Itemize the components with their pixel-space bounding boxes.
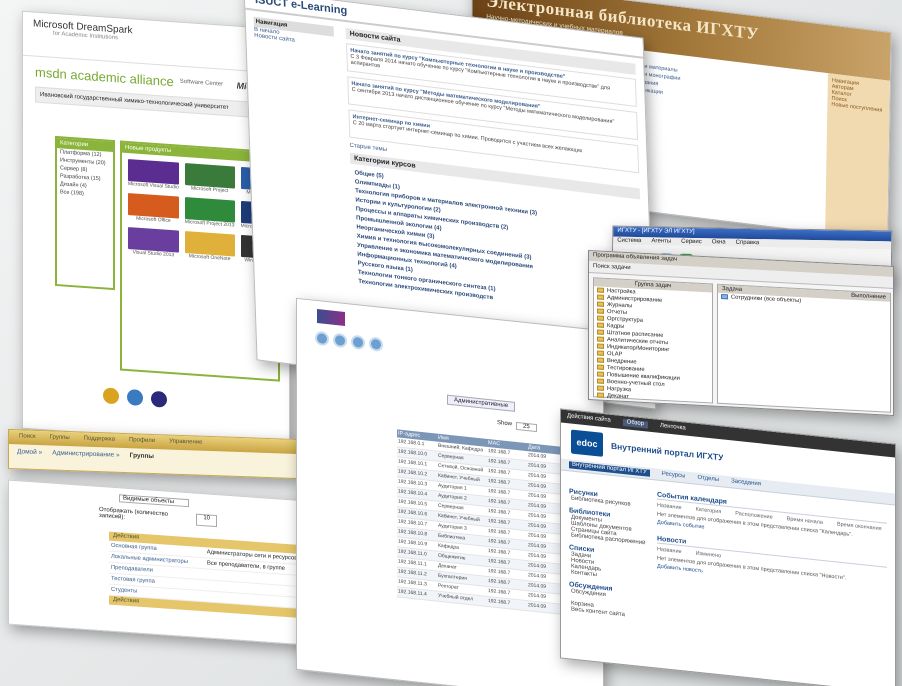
security-badge-icon xyxy=(127,388,143,407)
folder-icon xyxy=(604,406,611,413)
product-tile[interactable]: Microsoft Project 2013 xyxy=(184,197,235,228)
nav-departments[interactable]: Отделы xyxy=(697,475,719,484)
folder-icon xyxy=(597,322,604,328)
nav-resources[interactable]: Ресурсы xyxy=(662,471,686,480)
msdn-logo: msdn academic alliance xyxy=(35,64,174,89)
elearning-nav: Навигация В начало Новости сайта xyxy=(253,16,335,49)
sharepoint-window: Действия сайта Обзор Ленточка edoc Внутр… xyxy=(560,408,896,686)
tab-ribbon[interactable]: Ленточка xyxy=(660,423,686,433)
tree-node-label: Деканат xyxy=(607,392,629,400)
product-tile[interactable]: Microsoft Office xyxy=(128,193,179,225)
norton-badge-icon xyxy=(103,387,119,405)
folder-icon xyxy=(597,336,604,342)
home-icon[interactable] xyxy=(315,330,329,347)
show-label: Show xyxy=(497,419,513,428)
folder-icon xyxy=(597,357,604,363)
tree-node-label: Нагрузка xyxy=(607,385,632,393)
groups-table: Действия Основная группа Администраторы с… xyxy=(109,531,299,618)
col-header[interactable]: Задача xyxy=(722,286,742,293)
folder-icon xyxy=(597,315,604,321)
tree-node-label: OLAP xyxy=(607,350,623,358)
admin-tab[interactable]: Профили xyxy=(129,437,155,446)
network-table-window: Административные Show 25 IP-адрес Имя MA… xyxy=(296,297,604,686)
breadcrumb-current: Группы xyxy=(129,452,154,461)
menu-item[interactable]: Сервис xyxy=(681,239,702,245)
page-size-select[interactable]: 10 xyxy=(196,513,217,528)
sp-content: События календаря Название Категория Рас… xyxy=(657,491,887,604)
product-tile[interactable]: Microsoft Project xyxy=(184,163,235,194)
groups-list-window: Видимые объекты Отображать (количество з… xyxy=(8,479,308,646)
folder-icon xyxy=(597,364,604,370)
folder-icon xyxy=(597,371,604,377)
col-header[interactable]: Название xyxy=(657,503,682,512)
toolbar-icons xyxy=(315,330,383,352)
folder-icon xyxy=(597,350,604,356)
quick-launch: Рисунки Библиотека рисунков Библиотеки Д… xyxy=(569,482,649,620)
breadcrumb-admin[interactable]: Администрирование » xyxy=(52,449,119,458)
admin-tab[interactable]: Группы xyxy=(50,434,70,443)
dcs-logo-icon xyxy=(317,309,345,326)
task-list: Задача Выполнение Сотрудники (все объекты… xyxy=(717,283,891,413)
col-header[interactable]: Название xyxy=(657,547,682,556)
tree-node-label: Отчеты xyxy=(614,406,635,414)
task-icon xyxy=(721,293,728,300)
menu-item[interactable]: Система xyxy=(617,238,641,244)
admin-tab[interactable]: Поддержка xyxy=(84,436,115,445)
breadcrumb-home[interactable]: Домой » xyxy=(17,448,42,456)
col-header[interactable]: Время начала xyxy=(787,516,823,526)
settings-icon[interactable] xyxy=(369,336,383,352)
trust-badges xyxy=(103,387,167,408)
tree-node-label: Кадры xyxy=(607,322,625,330)
folder-icon xyxy=(597,385,604,391)
col-header[interactable]: Расположение xyxy=(735,511,772,521)
product-tile[interactable]: Visual Studio 2013 xyxy=(128,227,179,259)
tab-browse[interactable]: Обзор xyxy=(622,418,649,429)
folder-icon xyxy=(597,343,604,349)
tree-node-label: Отчеты xyxy=(607,308,628,316)
category-panel: Категории Платформа (12) Инструменты (20… xyxy=(55,135,115,291)
menu-item[interactable]: Справка xyxy=(736,240,760,246)
tab-administrative[interactable]: Административные xyxy=(447,394,516,412)
show-control: Show 25 xyxy=(497,419,537,433)
filter-select[interactable]: Видимые объекты xyxy=(119,494,190,508)
nav-meetings[interactable]: Заседания xyxy=(731,478,761,488)
network-icon[interactable] xyxy=(333,332,347,349)
show-select[interactable]: 25 xyxy=(516,421,537,433)
library-sidebar: Навигация Авторам Каталог Поиск Новые по… xyxy=(825,73,890,242)
software-center-label: Software Center xyxy=(179,78,224,88)
ssl-badge-icon xyxy=(151,390,167,408)
menu-item[interactable]: Агенты xyxy=(651,238,671,244)
folder-icon xyxy=(597,287,604,293)
edoc-logo: edoc xyxy=(571,429,603,457)
table-cell: 192.168.11.4 xyxy=(398,588,427,598)
refresh-icon[interactable] xyxy=(351,334,365,351)
folder-icon xyxy=(597,329,604,335)
table-cell: 192.168.7 xyxy=(488,597,511,607)
folder-icon xyxy=(597,392,604,398)
col-header[interactable]: Категория xyxy=(696,507,722,516)
folder-icon xyxy=(597,294,604,300)
site-title: Внутренний портал ИГХТУ xyxy=(611,440,724,463)
task-tree: Группа задач Настройка Администрирование Ж… xyxy=(593,277,713,417)
admin-tab[interactable]: Поиск xyxy=(19,433,36,442)
admin-tab[interactable]: Управление xyxy=(169,439,202,448)
folder-icon xyxy=(597,378,604,384)
menu-item[interactable]: Окна xyxy=(712,239,726,245)
folder-icon xyxy=(597,308,604,314)
col-header[interactable]: Изменено xyxy=(696,551,722,560)
folder-icon xyxy=(597,301,604,307)
task-window: Программа объявления задач Поиск задачи … xyxy=(588,249,894,417)
product-tile[interactable]: Microsoft Visual Studio xyxy=(128,159,179,191)
product-tile[interactable]: Microsoft OneNote xyxy=(184,231,235,262)
